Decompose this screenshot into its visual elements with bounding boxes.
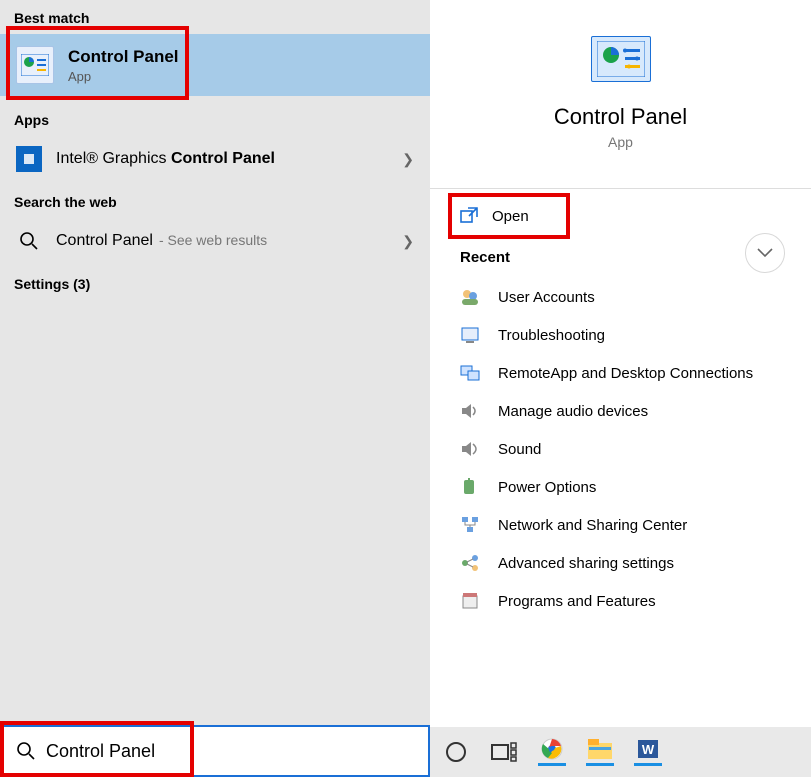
settings-header[interactable]: Settings (3)	[0, 266, 430, 298]
recent-item-power-options[interactable]: Power Options	[460, 468, 811, 506]
control-panel-icon	[16, 46, 54, 84]
best-match-text: Control Panel App	[68, 47, 179, 84]
web-result-control-panel[interactable]: Control Panel - See web results ❯	[0, 216, 430, 266]
details-pane: Control Panel App Open Recent User Accou…	[430, 0, 811, 777]
hero-subtitle: App	[608, 134, 633, 150]
hero-title: Control Panel	[554, 104, 687, 130]
best-match-subtitle: App	[68, 69, 179, 84]
recent-item-label: User Accounts	[498, 289, 595, 306]
recent-item-label: Troubleshooting	[498, 327, 605, 344]
recent-item-label: Sound	[498, 441, 541, 458]
search-input[interactable]	[46, 741, 414, 762]
troubleshooting-icon	[460, 325, 480, 345]
control-panel-large-icon	[591, 36, 651, 82]
recent-item-label: RemoteApp and Desktop Connections	[498, 365, 753, 382]
programs-icon	[460, 591, 480, 611]
search-web-header: Search the web	[0, 184, 430, 216]
recent-item-label: Network and Sharing Center	[498, 517, 687, 534]
recent-item-label: Advanced sharing settings	[498, 555, 674, 572]
recent-item-network-sharing[interactable]: Network and Sharing Center	[460, 506, 811, 544]
search-bar-container	[0, 725, 430, 777]
network-icon	[460, 515, 480, 535]
recent-item-troubleshooting[interactable]: Troubleshooting	[460, 316, 811, 354]
intel-icon	[16, 146, 42, 172]
recent-block: Recent User Accounts Troubleshooting Rem…	[430, 243, 811, 620]
apps-item-intel-graphics[interactable]: Intel® Graphics Control Panel ❯	[0, 134, 430, 184]
search-results-pane: Best match Control Panel App Apps	[0, 0, 430, 777]
recent-item-advanced-sharing[interactable]: Advanced sharing settings	[460, 544, 811, 582]
open-icon	[460, 207, 478, 225]
chevron-right-icon: ❯	[402, 151, 414, 168]
search-icon	[16, 741, 36, 761]
sound-icon	[460, 439, 480, 459]
sharing-icon	[460, 553, 480, 573]
web-result-label: Control Panel - See web results	[56, 232, 267, 250]
recent-item-manage-audio[interactable]: Manage audio devices	[460, 392, 811, 430]
apps-item-label: Intel® Graphics Control Panel	[56, 150, 275, 168]
chrome-icon[interactable]	[538, 738, 566, 766]
recent-item-remoteapp[interactable]: RemoteApp and Desktop Connections	[460, 354, 811, 392]
best-match-item-control-panel[interactable]: Control Panel App	[0, 34, 430, 96]
file-explorer-icon[interactable]	[586, 738, 614, 766]
speaker-icon	[460, 401, 480, 421]
recent-item-user-accounts[interactable]: User Accounts	[460, 278, 811, 316]
apps-header: Apps	[0, 102, 430, 134]
recent-item-label: Programs and Features	[498, 593, 656, 610]
user-accounts-icon	[460, 287, 480, 307]
power-icon	[460, 477, 480, 497]
hero-block: Control Panel App	[430, 0, 811, 168]
open-label: Open	[492, 208, 529, 225]
search-icon	[16, 228, 42, 254]
cortana-icon[interactable]	[442, 738, 470, 766]
expand-button[interactable]	[745, 233, 785, 273]
best-match-title: Control Panel	[68, 47, 179, 67]
recent-item-label: Manage audio devices	[498, 403, 648, 420]
best-match-header: Best match	[0, 0, 430, 32]
chevron-right-icon: ❯	[402, 233, 414, 250]
recent-item-label: Power Options	[498, 479, 596, 496]
taskbar: W	[430, 727, 811, 777]
search-bar[interactable]	[0, 725, 430, 777]
word-icon[interactable]: W	[634, 738, 662, 766]
recent-item-programs-features[interactable]: Programs and Features	[460, 582, 811, 620]
recent-item-sound[interactable]: Sound	[460, 430, 811, 468]
remoteapp-icon	[460, 363, 480, 383]
svg-text:W: W	[642, 742, 655, 757]
task-view-icon[interactable]	[490, 738, 518, 766]
